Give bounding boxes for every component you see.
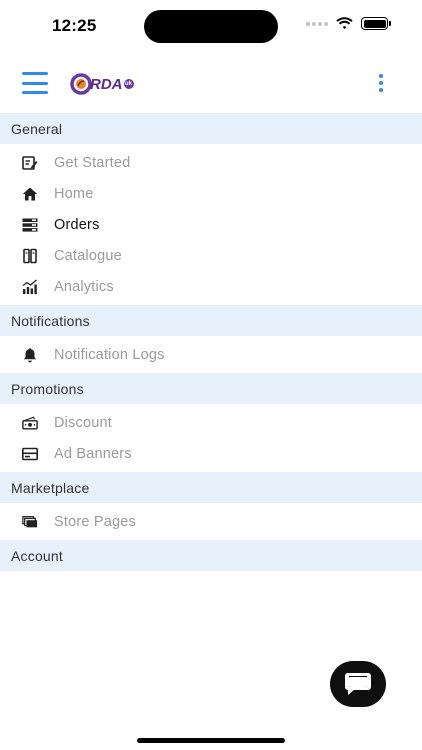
menu-item-catalogue[interactable]: Catalogue [0,240,422,271]
section-header-notifications: Notifications [0,305,422,336]
logo-emblem-icon [70,73,92,95]
bell-icon [22,347,38,363]
cellular-signal-icon [306,21,328,26]
more-options-icon[interactable] [378,74,384,92]
status-indicators [306,17,391,30]
menu-item-label: Store Pages [54,513,136,530]
menu-item-orders[interactable]: Orders [0,209,422,240]
menu-item-label: Analytics [54,278,114,295]
store-pages-icon [22,514,38,530]
dynamic-island [144,10,278,43]
section-header-general: General [0,113,422,144]
menu-item-label: Notification Logs [54,346,165,363]
wifi-icon [336,17,353,29]
menu-item-label: Orders [54,216,100,233]
app-header: RDA uk [0,60,422,106]
menu-item-analytics[interactable]: Analytics [0,271,422,302]
menu-item-store-pages[interactable]: Store Pages [0,506,422,537]
status-time: 12:25 [52,16,97,35]
section-header-account: Account [0,540,422,571]
chat-button[interactable] [330,661,386,707]
menu-item-label: Catalogue [54,247,122,264]
menu-item-label: Home [54,185,94,202]
menu-item-notification-logs[interactable]: Notification Logs [0,339,422,370]
money-icon [22,415,38,431]
brand-logo: RDA uk [70,66,134,102]
navigation-menu: General Get Started Home Orders Catalogu… [0,113,422,571]
battery-icon [361,17,391,30]
menu-item-label: Ad Banners [54,445,132,462]
hamburger-menu-icon[interactable] [22,72,48,94]
analytics-icon [22,279,38,295]
menu-item-home[interactable]: Home [0,178,422,209]
home-icon [22,186,38,202]
catalogue-icon [22,248,38,264]
menu-item-ad-banners[interactable]: Ad Banners [0,438,422,469]
menu-item-get-started[interactable]: Get Started [0,147,422,178]
section-header-marketplace: Marketplace [0,472,422,503]
logo-text: RDA [90,75,123,93]
status-bar: 12:25 [0,0,422,52]
edit-note-icon [22,155,38,171]
orders-icon [22,217,38,233]
banner-icon [22,446,38,462]
chat-bubble-icon [345,673,371,695]
home-indicator[interactable] [137,738,285,743]
logo-badge: uk [123,79,134,89]
menu-item-label: Get Started [54,154,131,171]
section-header-promotions: Promotions [0,373,422,404]
menu-item-label: Discount [54,414,113,431]
menu-item-discount[interactable]: Discount [0,407,422,438]
